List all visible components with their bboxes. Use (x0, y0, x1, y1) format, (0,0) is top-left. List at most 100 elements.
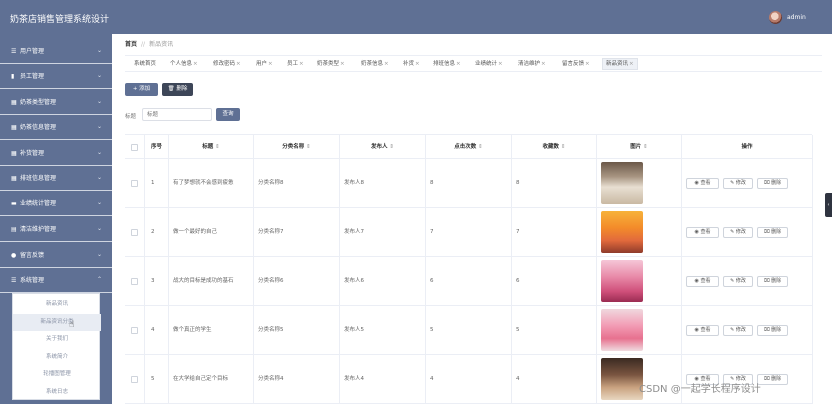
close-icon[interactable]: × (498, 61, 503, 67)
delete-row-button[interactable]: ⌧ 删除 (757, 276, 788, 287)
sidebar-item[interactable]: ☰ 系统管理 ⌃ (0, 268, 112, 293)
tab-item[interactable]: 清洁维护× (518, 59, 546, 70)
sidebar-item[interactable]: ▦ 排班信息管理 ⌄ (0, 166, 112, 191)
tab-item[interactable]: 员工× (287, 59, 304, 70)
tab-item[interactable]: 新品资讯× (602, 58, 638, 70)
close-icon[interactable]: × (193, 61, 198, 67)
column-header[interactable]: 图片 ⇕ (597, 135, 682, 159)
cell-clicks: 6 (426, 257, 512, 306)
sort-icon[interactable]: ⇕ (559, 144, 566, 150)
submenu-item[interactable]: 新品资讯 (13, 296, 101, 313)
delete-button-label: 删除 (176, 86, 188, 92)
sidebar-item[interactable]: ▦ 奶茶信息管理 ⌄ (0, 115, 112, 140)
collapse-handle-icon[interactable]: ‹ (825, 193, 832, 217)
sidebar-item[interactable]: ▮ 员工管理 ⌄ (0, 64, 112, 89)
view-button[interactable]: ◉ 查看 (686, 276, 719, 287)
edit-button[interactable]: ✎ 修改 (723, 325, 753, 336)
tab-item[interactable]: 排班信息× (433, 59, 461, 70)
sidebar-item-label: 奶茶类型管理 (20, 99, 57, 106)
sort-icon[interactable]: ⇕ (387, 144, 394, 150)
close-icon[interactable]: × (541, 61, 546, 67)
list-icon: ☰ (11, 277, 17, 284)
tab-item[interactable]: 修改密码× (213, 59, 241, 70)
close-icon[interactable]: × (299, 61, 304, 67)
select-all-checkbox[interactable] (131, 144, 138, 151)
close-icon[interactable]: × (384, 61, 389, 67)
close-icon[interactable]: × (629, 61, 634, 67)
sidebar-item[interactable]: ▦ 补货管理 ⌄ (0, 141, 112, 166)
delete-row-button[interactable]: ⌧ 删除 (757, 325, 788, 336)
column-header[interactable]: 收藏数 ⇕ (512, 135, 597, 159)
tab-item[interactable]: 业绩统计× (475, 59, 503, 70)
tab-item[interactable]: 奶茶类型× (317, 59, 345, 70)
column-header[interactable]: 标题 ⇕ (169, 135, 254, 159)
close-icon[interactable]: × (268, 61, 273, 67)
card-icon: ▬ (11, 200, 17, 207)
edit-button[interactable]: ✎ 修改 (723, 178, 753, 189)
top-bar: 奶茶店销售管理系统设计 admin (0, 0, 832, 34)
delete-row-button[interactable]: ⌧ 删除 (757, 374, 788, 385)
row-checkbox[interactable] (131, 278, 138, 285)
sidebar-item[interactable]: ▬ 业绩统计管理 ⌄ (0, 191, 112, 216)
row-checkbox[interactable] (131, 180, 138, 187)
sort-icon[interactable]: ⇕ (476, 144, 483, 150)
sidebar-item[interactable]: ● 留言反馈 ⌄ (0, 243, 112, 268)
sort-icon[interactable]: ⇕ (641, 144, 648, 150)
breadcrumb-separator: // (141, 41, 146, 48)
delete-row-button[interactable]: ⌧ 删除 (757, 227, 788, 238)
row-checkbox[interactable] (131, 229, 138, 236)
trash-icon: 🗑 (167, 86, 175, 92)
action-label: 查看 (700, 229, 711, 235)
tab-item[interactable]: 奶茶信息× (361, 59, 389, 70)
tab-item[interactable]: 留言反馈× (562, 59, 590, 70)
product-thumbnail (601, 211, 643, 253)
tab-item[interactable]: 系统首页 (134, 59, 156, 70)
user-name[interactable]: admin (787, 14, 806, 21)
edit-button[interactable]: ✎ 修改 (723, 276, 753, 287)
submenu-item[interactable]: 系统日志 (13, 384, 101, 401)
cell-favorites: 6 (512, 257, 597, 306)
sidebar-item[interactable]: ▦ 奶茶类型管理 ⌄ (0, 90, 112, 115)
view-button[interactable]: ◉ 查看 (686, 178, 719, 189)
tab-item[interactable]: 个人信息× (170, 59, 198, 70)
close-icon[interactable]: × (415, 61, 420, 67)
column-header[interactable]: 发布人 ⇕ (340, 135, 426, 159)
column-header[interactable]: 点击次数 ⇕ (426, 135, 512, 159)
row-checkbox[interactable] (131, 376, 138, 383)
delete-row-button[interactable]: ⌧ 删除 (757, 178, 788, 189)
sidebar-item-label: 员工管理 (20, 73, 45, 80)
edit-button[interactable]: ✎ 修改 (723, 227, 753, 238)
column-header[interactable]: 分类名称 ⇕ (254, 135, 340, 159)
tabs-bar: 系统首页 个人信息× 修改密码× 用户× 员工× 奶茶类型× 奶茶信息× 补货× 排班信息× 业绩… (125, 55, 822, 72)
query-button[interactable]: 查询 (216, 108, 240, 121)
sort-icon[interactable]: ⇕ (304, 144, 311, 150)
sort-icon[interactable]: ⇕ (213, 144, 220, 150)
view-button[interactable]: ◉ 查看 (686, 227, 719, 238)
submenu-item[interactable]: 系统简介 (13, 349, 101, 366)
title-search-input[interactable] (142, 108, 212, 121)
delete-button[interactable]: 🗑 删除 (162, 83, 193, 96)
sidebar-item[interactable]: ☰ 用户管理 ⌄ (0, 39, 112, 64)
view-button[interactable]: ◉ 查看 (686, 325, 719, 336)
submenu-item[interactable]: 关于我们 (13, 331, 101, 348)
column-header: 序号 (145, 135, 169, 159)
close-icon[interactable]: × (456, 61, 461, 67)
close-icon[interactable]: × (340, 61, 345, 67)
row-checkbox[interactable] (131, 327, 138, 334)
add-button[interactable]: + 添加 (125, 83, 158, 96)
cell-favorites: 8 (512, 159, 597, 208)
user-avatar[interactable] (769, 11, 782, 24)
action-label: 查看 (700, 278, 711, 284)
product-thumbnail (601, 309, 643, 351)
close-icon[interactable]: × (585, 61, 590, 67)
breadcrumb-home[interactable]: 首页 (125, 41, 137, 48)
tab-item[interactable]: 补货× (403, 59, 420, 70)
sidebar-item[interactable]: ▤ 清洁维护管理 ⌄ (0, 217, 112, 242)
cell-publisher: 发布人5 (340, 306, 426, 355)
submenu-item[interactable]: 新品资讯分类 (13, 313, 101, 331)
tab-item[interactable]: 用户× (256, 59, 273, 70)
cell-title: 做一个最好的自己 (169, 208, 254, 257)
submenu-item[interactable]: 轮播图管理 (13, 366, 101, 383)
chevron-down-icon: ⌄ (97, 149, 103, 156)
close-icon[interactable]: × (236, 61, 241, 67)
